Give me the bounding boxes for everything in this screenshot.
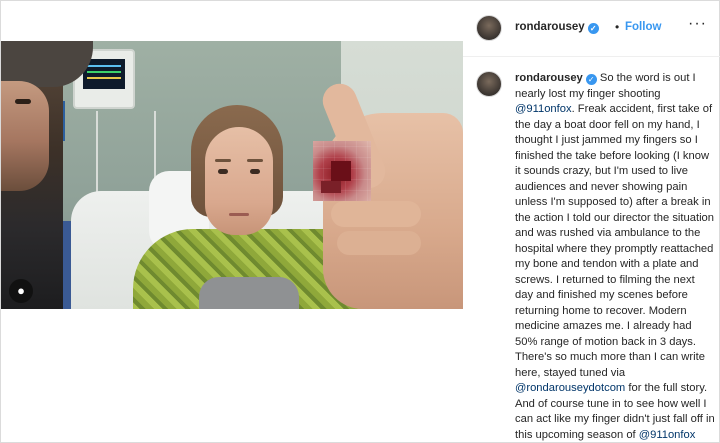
follow-button[interactable]: Follow	[625, 21, 661, 33]
post-caption: rondarousey ✓ So the word is out I nearly…	[515, 71, 715, 443]
mouth	[229, 213, 249, 216]
finger-ring	[337, 231, 421, 255]
blanket	[199, 277, 299, 309]
avatar[interactable]	[476, 15, 502, 41]
more-options-icon[interactable]: ···	[688, 15, 707, 33]
header-username[interactable]: rondarousey ✓	[515, 21, 599, 34]
pixel-block	[321, 181, 341, 193]
caption-username[interactable]: rondarousey	[515, 72, 583, 84]
verified-badge-icon: ✓	[585, 74, 597, 85]
man-eye	[15, 99, 31, 104]
woman-face	[205, 127, 273, 235]
caption-avatar[interactable]	[476, 71, 502, 97]
post-header: rondarousey ✓ • Follow ···	[463, 1, 720, 57]
verified-badge-icon: ✓	[587, 23, 599, 34]
eye-right	[250, 169, 260, 174]
user-tag-glyph: ●	[17, 283, 25, 298]
separator-dot: •	[615, 20, 620, 34]
mention-link[interactable]: @911onfox	[515, 103, 572, 115]
mention-link[interactable]: @911onfox	[639, 429, 696, 441]
man-face	[1, 81, 49, 191]
finger-middle	[331, 201, 421, 227]
caption-text: . Freak accident, first take of the day …	[515, 103, 715, 379]
eye-left	[218, 169, 228, 174]
pixel-block	[331, 161, 351, 181]
post-photo[interactable]: ●	[1, 41, 463, 309]
eyebrow-right	[247, 159, 263, 162]
instagram-post: ● rondarousey ✓ • Follow ··· rondarousey ✓…	[0, 0, 720, 443]
eyebrow-left	[215, 159, 231, 162]
mention-link[interactable]: @rondarouseydotcom	[515, 382, 625, 394]
user-tag-icon[interactable]: ●	[9, 279, 33, 303]
username-text[interactable]: rondarousey	[515, 21, 585, 33]
